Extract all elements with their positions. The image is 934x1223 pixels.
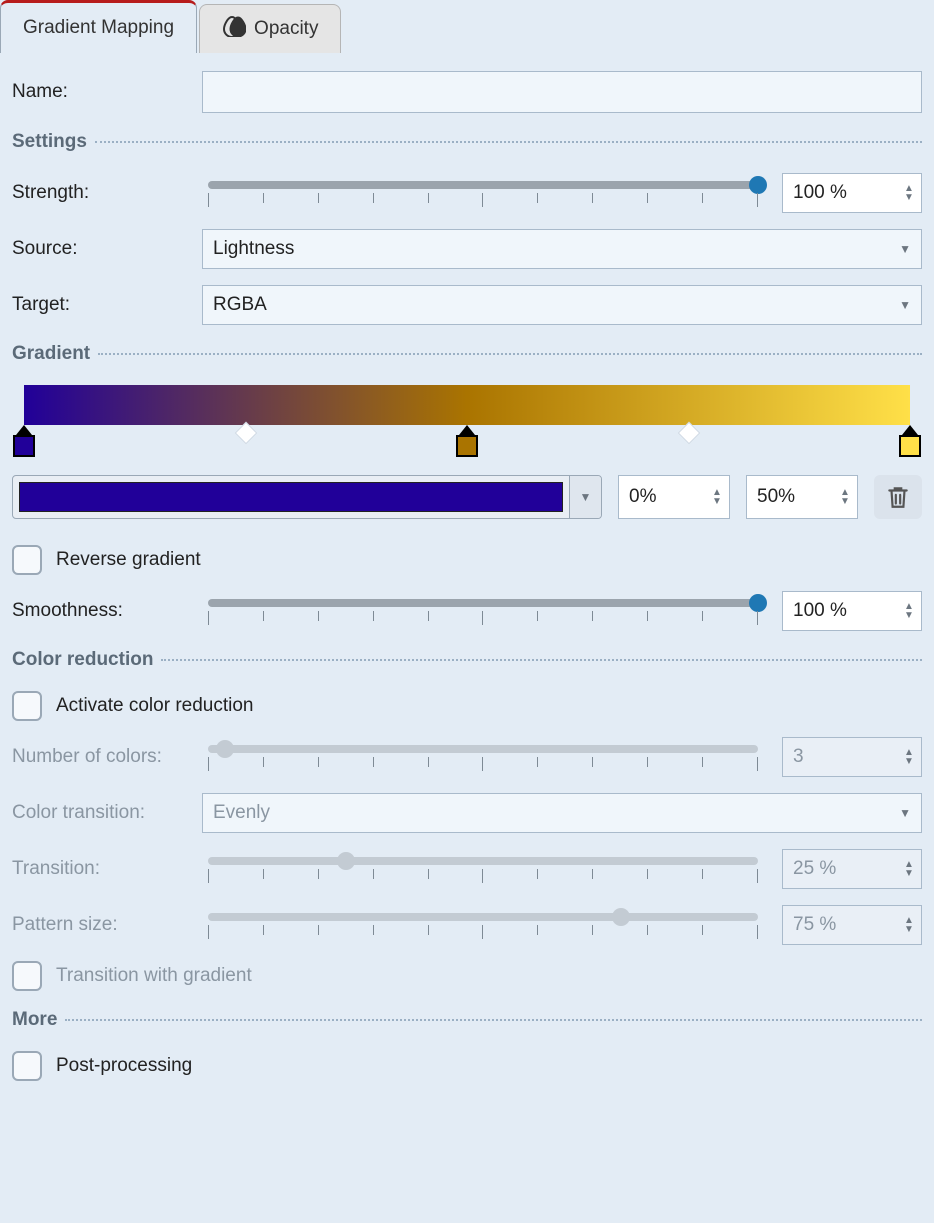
strength-slider[interactable] <box>202 181 764 205</box>
tab-opacity[interactable]: Opacity <box>199 4 341 53</box>
transition-with-gradient-checkbox <box>12 961 42 991</box>
divider <box>98 353 922 355</box>
color-transition-select: Evenly ▼ <box>202 793 922 833</box>
reverse-gradient-checkbox[interactable] <box>12 545 42 575</box>
activate-color-reduction-label: Activate color reduction <box>56 695 254 717</box>
name-label: Name: <box>12 81 202 103</box>
chevron-down-icon: ▼ <box>899 806 911 820</box>
num-colors-label: Number of colors: <box>12 746 202 768</box>
gradient-midpoint[interactable] <box>677 425 701 441</box>
chevron-down-icon: ▼ <box>899 242 911 256</box>
pattern-size-value: 75 % <box>793 914 836 936</box>
spin-down-icon[interactable]: ▼ <box>837 497 853 506</box>
tab-label: Gradient Mapping <box>23 17 174 39</box>
smoothness-value: 100 % <box>793 600 847 622</box>
strength-spin[interactable]: 100 % ▲▼ <box>782 173 922 213</box>
spin-down-icon: ▼ <box>901 757 917 766</box>
transition-value: 25 % <box>793 858 836 880</box>
smoothness-slider[interactable] <box>202 599 764 623</box>
name-input[interactable] <box>202 71 922 113</box>
midpoint-spin[interactable]: 50% ▲▼ <box>746 475 858 519</box>
transition-label: Transition: <box>12 858 202 880</box>
source-label: Source: <box>12 238 202 260</box>
section-color-reduction-title: Color reduction <box>12 649 153 671</box>
spin-down-icon[interactable]: ▼ <box>709 497 725 506</box>
post-processing-checkbox[interactable] <box>12 1051 42 1081</box>
num-colors-spin: 3 ▲▼ <box>782 737 922 777</box>
color-transition-label: Color transition: <box>12 802 202 824</box>
smoothness-label: Smoothness: <box>12 600 202 622</box>
trash-icon <box>885 484 911 510</box>
pattern-size-label: Pattern size: <box>12 914 202 936</box>
color-transition-value: Evenly <box>213 802 270 824</box>
divider <box>95 141 922 143</box>
gradient-stop[interactable] <box>898 425 922 457</box>
gradient-bar[interactable] <box>24 385 910 425</box>
target-value: RGBA <box>213 294 267 316</box>
spin-down-icon: ▼ <box>901 925 917 934</box>
divider <box>65 1019 922 1021</box>
transition-spin: 25 % ▲▼ <box>782 849 922 889</box>
stop-position-value: 0% <box>629 486 656 508</box>
midpoint-value: 50% <box>757 486 795 508</box>
transition-with-gradient-label: Transition with gradient <box>56 965 252 987</box>
tab-bar: Gradient Mapping Opacity <box>0 0 934 53</box>
target-select[interactable]: RGBA ▼ <box>202 285 922 325</box>
target-label: Target: <box>12 294 202 316</box>
delete-stop-button[interactable] <box>874 475 922 519</box>
transition-slider <box>202 857 764 881</box>
strength-label: Strength: <box>12 182 202 204</box>
gradient-stop[interactable] <box>455 425 479 457</box>
tab-gradient-mapping[interactable]: Gradient Mapping <box>0 0 197 53</box>
gradient-stop[interactable] <box>12 425 36 457</box>
spin-down-icon[interactable]: ▼ <box>901 611 917 620</box>
num-colors-slider <box>202 745 764 769</box>
gradient-stops-row <box>24 425 910 459</box>
source-value: Lightness <box>213 238 294 260</box>
section-more-title: More <box>12 1009 57 1031</box>
gradient-midpoint[interactable] <box>234 425 258 441</box>
stop-color-picker[interactable]: ▼ <box>12 475 602 519</box>
post-processing-label: Post-processing <box>56 1055 192 1077</box>
section-gradient-title: Gradient <box>12 343 90 365</box>
activate-color-reduction-checkbox[interactable] <box>12 691 42 721</box>
divider <box>161 659 922 661</box>
pattern-size-spin: 75 % ▲▼ <box>782 905 922 945</box>
opacity-icon <box>222 15 246 43</box>
strength-value: 100 % <box>793 182 847 204</box>
pattern-size-slider <box>202 913 764 937</box>
reverse-gradient-label: Reverse gradient <box>56 549 201 571</box>
tab-label: Opacity <box>254 18 318 40</box>
section-settings-title: Settings <box>12 131 87 153</box>
num-colors-value: 3 <box>793 746 804 768</box>
smoothness-spin[interactable]: 100 % ▲▼ <box>782 591 922 631</box>
spin-down-icon[interactable]: ▼ <box>901 193 917 202</box>
source-select[interactable]: Lightness ▼ <box>202 229 922 269</box>
stop-position-spin[interactable]: 0% ▲▼ <box>618 475 730 519</box>
selected-color-swatch <box>19 482 563 512</box>
chevron-down-icon: ▼ <box>899 298 911 312</box>
color-dropdown-button[interactable]: ▼ <box>569 476 601 518</box>
spin-down-icon: ▼ <box>901 869 917 878</box>
